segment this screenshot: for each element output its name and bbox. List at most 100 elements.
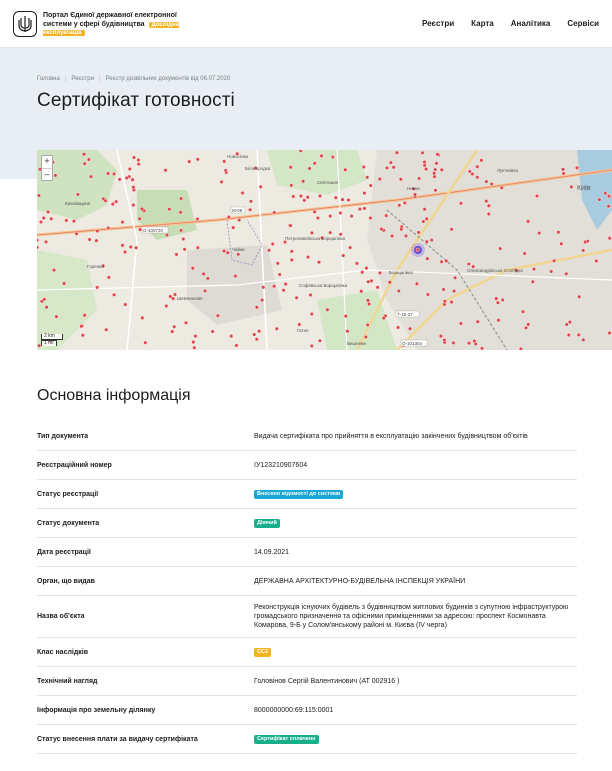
- map-document-marker[interactable]: [581, 337, 586, 342]
- map-document-marker[interactable]: [168, 294, 173, 299]
- map-document-marker[interactable]: [254, 305, 259, 310]
- map-document-marker[interactable]: [120, 243, 125, 248]
- map-document-marker[interactable]: [288, 165, 293, 170]
- map-document-marker[interactable]: [475, 319, 480, 324]
- map-document-marker[interactable]: [229, 334, 234, 339]
- map-document-marker[interactable]: [248, 199, 253, 204]
- map-document-marker[interactable]: [187, 159, 192, 164]
- map-document-marker[interactable]: [277, 272, 282, 277]
- map-document-marker[interactable]: [103, 198, 108, 203]
- map-document-marker[interactable]: [167, 207, 172, 212]
- map-document-marker[interactable]: [234, 343, 239, 348]
- map-document-marker[interactable]: [75, 192, 80, 197]
- map-document-marker[interactable]: [181, 236, 186, 241]
- map-document-marker[interactable]: [408, 326, 413, 331]
- map-document-marker[interactable]: [261, 285, 266, 290]
- map-document-marker[interactable]: [475, 164, 480, 169]
- zoom-out-button[interactable]: –: [42, 168, 52, 180]
- map-document-marker[interactable]: [252, 332, 257, 337]
- map-document-marker[interactable]: [302, 198, 307, 203]
- map-document-marker[interactable]: [362, 191, 367, 196]
- map-document-marker[interactable]: [182, 247, 187, 252]
- map-document-marker[interactable]: [498, 246, 503, 251]
- map-document-marker[interactable]: [37, 245, 40, 250]
- map-document-marker[interactable]: [451, 340, 456, 345]
- map-document-marker[interactable]: [421, 219, 426, 224]
- map-document-marker[interactable]: [222, 248, 227, 253]
- map-document-marker[interactable]: [123, 302, 128, 307]
- map-document-marker[interactable]: [319, 153, 324, 158]
- map-document-marker[interactable]: [438, 334, 443, 339]
- map-document-marker[interactable]: [494, 296, 499, 301]
- map-document-marker[interactable]: [190, 266, 195, 271]
- map-document-marker[interactable]: [95, 285, 100, 290]
- map-document-marker[interactable]: [433, 188, 438, 193]
- map-document-marker[interactable]: [354, 261, 359, 266]
- map-document-marker[interactable]: [201, 271, 206, 276]
- map-document-marker[interactable]: [422, 207, 427, 212]
- trident-logo-icon[interactable]: [13, 11, 37, 37]
- map-document-marker[interactable]: [364, 266, 369, 271]
- map-document-marker[interactable]: [346, 198, 351, 203]
- map-document-marker[interactable]: [390, 233, 395, 238]
- map-document-marker[interactable]: [130, 177, 135, 182]
- map-document-marker[interactable]: [472, 338, 477, 343]
- map-document-marker[interactable]: [312, 161, 317, 166]
- map-document-marker[interactable]: [365, 298, 370, 303]
- map-document-marker[interactable]: [420, 150, 425, 155]
- map-document-marker[interactable]: [289, 249, 294, 254]
- map-document-marker[interactable]: [561, 167, 566, 172]
- map-document-marker[interactable]: [363, 334, 368, 339]
- map-document-marker[interactable]: [298, 150, 303, 153]
- map-document-marker[interactable]: [429, 238, 434, 243]
- map-document-marker[interactable]: [328, 230, 333, 235]
- map-document-marker[interactable]: [369, 278, 374, 283]
- map-document-marker[interactable]: [289, 257, 294, 262]
- map-document-marker[interactable]: [89, 174, 94, 179]
- map-document-marker[interactable]: [136, 157, 141, 162]
- map-document-marker[interactable]: [225, 250, 230, 255]
- map-document-marker[interactable]: [607, 330, 612, 335]
- map-document-marker[interactable]: [607, 236, 612, 241]
- map-document-marker[interactable]: [365, 322, 370, 327]
- map-document-marker[interactable]: [367, 301, 372, 306]
- map-document-marker[interactable]: [106, 225, 111, 230]
- map-document-marker[interactable]: [43, 239, 48, 244]
- map-document-marker[interactable]: [195, 216, 200, 221]
- map-document-marker[interactable]: [486, 203, 491, 208]
- map-document-marker[interactable]: [257, 329, 262, 334]
- map-document-marker[interactable]: [366, 279, 371, 284]
- map-document-marker[interactable]: [341, 253, 346, 258]
- map-document-marker[interactable]: [79, 324, 84, 329]
- map-document-marker[interactable]: [575, 165, 580, 170]
- map-document-marker[interactable]: [110, 202, 115, 207]
- map-document-marker[interactable]: [275, 261, 280, 266]
- zoom-in-button[interactable]: +: [42, 156, 52, 168]
- map-document-marker[interactable]: [549, 269, 554, 274]
- map-document-marker[interactable]: [260, 298, 265, 303]
- map-document-marker[interactable]: [453, 275, 458, 280]
- map-document-marker[interactable]: [359, 289, 364, 294]
- map-document-marker[interactable]: [349, 214, 354, 219]
- map-document-marker[interactable]: [120, 220, 125, 225]
- object-map[interactable]: Новосілки Білогородка Святошин Лук'янівка Ви…: [37, 150, 612, 350]
- map-document-marker[interactable]: [432, 171, 437, 176]
- map-document-marker[interactable]: [136, 162, 141, 167]
- map-document-marker[interactable]: [131, 155, 136, 160]
- map-document-marker[interactable]: [343, 314, 348, 319]
- map-document-marker[interactable]: [556, 230, 561, 235]
- map-document-marker[interactable]: [385, 165, 390, 170]
- map-document-marker[interactable]: [210, 329, 215, 334]
- map-document-marker[interactable]: [597, 197, 602, 202]
- map-document-marker[interactable]: [172, 324, 177, 329]
- map-document-marker[interactable]: [309, 230, 314, 235]
- map-document-marker[interactable]: [74, 231, 79, 236]
- map-document-marker[interactable]: [307, 166, 312, 171]
- map-document-marker[interactable]: [594, 258, 599, 263]
- map-document-marker[interactable]: [82, 152, 87, 157]
- map-document-marker[interactable]: [391, 165, 396, 170]
- map-document-marker[interactable]: [413, 192, 418, 197]
- map-document-marker[interactable]: [183, 320, 188, 325]
- map-document-marker[interactable]: [317, 260, 322, 265]
- map-document-marker[interactable]: [495, 300, 500, 305]
